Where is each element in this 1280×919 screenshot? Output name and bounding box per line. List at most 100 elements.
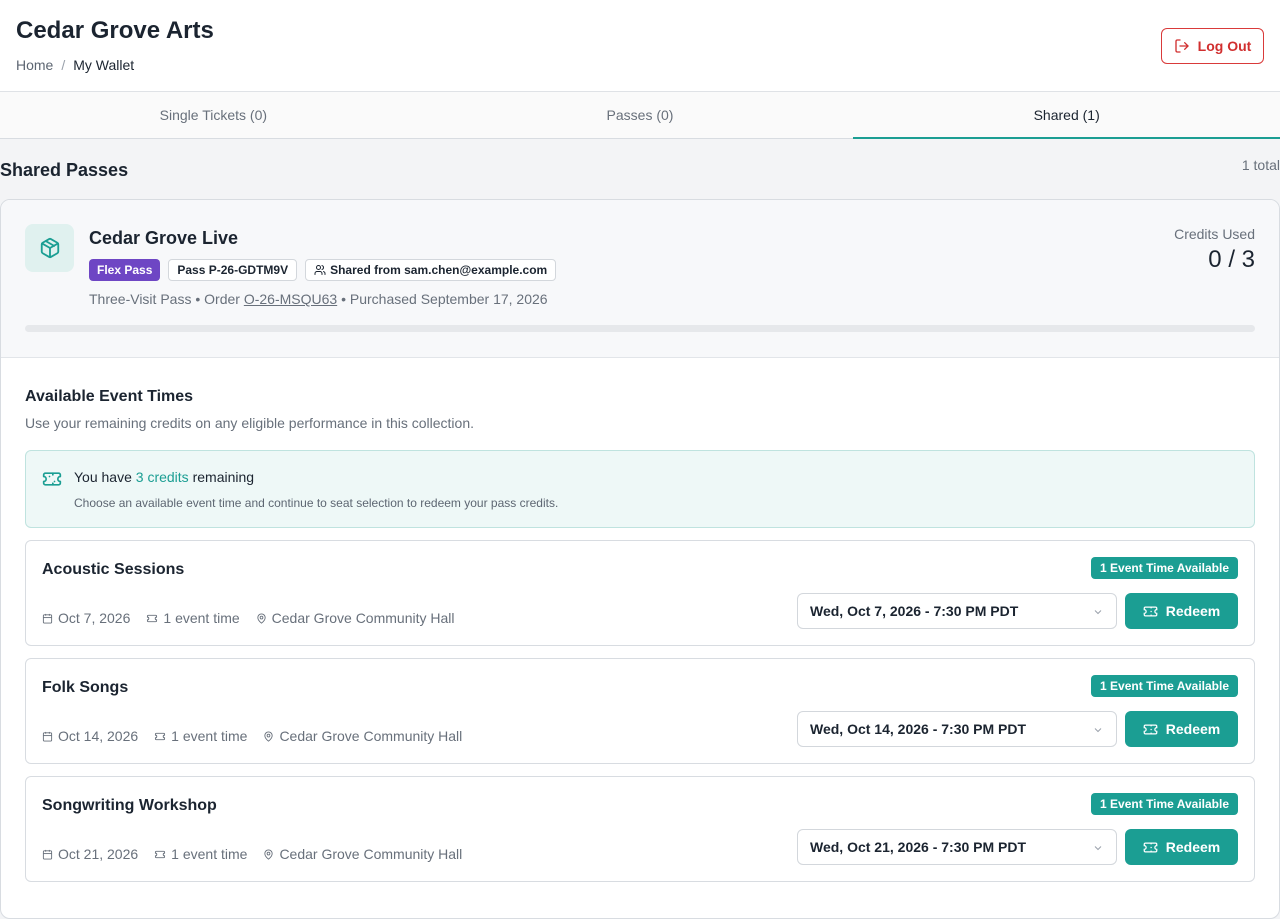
credits-used-value: 0 / 3 <box>1208 246 1255 273</box>
credits-remaining-text: You have 3 credits remaining <box>74 469 254 485</box>
event-card: Folk Songs 1 Event Time Available Oct 14… <box>25 658 1255 764</box>
availability-badge: 1 Event Time Available <box>1091 675 1238 697</box>
section-count: 1 total <box>1241 157 1280 173</box>
credits-used-label: Credits Used <box>1174 226 1255 242</box>
event-date: Oct 7, 2026 <box>42 610 130 626</box>
event-date-text: Oct 21, 2026 <box>58 846 139 862</box>
tab-passes[interactable]: Passes (0) <box>427 92 854 138</box>
shared-from-badge: Shared from sam.chen@example.com <box>305 259 557 281</box>
credits-count: 3 credits <box>135 469 189 485</box>
chevron-down-icon <box>1094 728 1102 733</box>
event-date: Oct 21, 2026 <box>42 846 138 862</box>
breadcrumb-current: My Wallet <box>73 57 135 73</box>
pass-meta: Three-Visit Pass • Order O-26-MSQU63 • P… <box>89 291 548 307</box>
event-venue-text: Cedar Grove Community Hall <box>279 728 463 744</box>
selected-time: Wed, Oct 7, 2026 - 7:30 PM PDT <box>810 603 1019 619</box>
ticket-icon <box>155 850 166 858</box>
pass-badges: Flex Pass Pass P-26-GDTM9V Shared from s… <box>89 259 557 281</box>
redeem-label: Redeem <box>1165 839 1221 855</box>
availability-badge: 1 Event Time Available <box>1091 557 1238 579</box>
order-link[interactable]: O-26-MSQU63 <box>244 291 337 307</box>
event-time-select[interactable]: Wed, Oct 14, 2026 - 7:30 PM PDT <box>797 711 1117 747</box>
event-times: 1 event time <box>146 610 240 626</box>
credits-remaining-notice: You have 3 credits remaining Choose an a… <box>25 450 1255 528</box>
logout-icon <box>1175 39 1189 53</box>
event-times-text: 1 event time <box>163 610 240 626</box>
map-pin-icon <box>264 848 274 860</box>
breadcrumb-home[interactable]: Home <box>16 57 53 73</box>
event-time-select[interactable]: Wed, Oct 7, 2026 - 7:30 PM PDT <box>797 593 1117 629</box>
chevron-down-icon <box>1094 610 1102 615</box>
credits-note: Choose an available event time and conti… <box>74 496 559 510</box>
chevron-down-icon <box>1094 846 1102 851</box>
calendar-icon <box>42 849 53 860</box>
event-date: Oct 14, 2026 <box>42 728 138 744</box>
selected-time: Wed, Oct 14, 2026 - 7:30 PM PDT <box>810 721 1027 737</box>
event-date-text: Oct 7, 2026 <box>58 610 131 626</box>
users-icon <box>314 265 326 275</box>
pass-id-badge: Pass P-26-GDTM9V <box>168 259 298 281</box>
available-title: Available Event Times <box>25 388 194 405</box>
event-name: Songwriting Workshop <box>42 797 217 814</box>
redeem-button[interactable]: Redeem <box>1125 593 1238 629</box>
ticket-icon <box>1143 606 1158 616</box>
map-pin-icon <box>257 612 266 624</box>
event-name: Folk Songs <box>42 679 129 696</box>
available-subtitle: Use your remaining credits on any eligib… <box>25 415 474 431</box>
pass-icon-tile <box>25 224 74 272</box>
event-times: 1 event time <box>154 728 247 744</box>
event-name: Acoustic Sessions <box>42 561 185 578</box>
logout-label: Log Out <box>1197 38 1252 54</box>
shared-pass-card: Cedar Grove Live Flex Pass Pass P-26-GDT… <box>0 199 1280 919</box>
credits-suffix: remaining <box>192 469 255 485</box>
flex-pass-badge: Flex Pass <box>89 259 161 281</box>
event-date-text: Oct 14, 2026 <box>58 728 139 744</box>
event-meta: Oct 21, 2026 1 event time Cedar Grove Co… <box>42 846 462 862</box>
event-meta: Oct 14, 2026 1 event time Cedar Grove Co… <box>42 728 462 744</box>
event-venue: Cedar Grove Community Hall <box>263 728 462 744</box>
calendar-icon <box>42 731 53 742</box>
meta-separator: • <box>341 291 346 307</box>
redeem-label: Redeem <box>1165 721 1221 737</box>
pass-type: Three-Visit Pass <box>89 291 192 307</box>
redeem-label: Redeem <box>1165 603 1221 619</box>
wallet-tabs: Single Tickets (0) Passes (0) Shared (1) <box>0 92 1280 139</box>
event-times-text: 1 event time <box>171 846 248 862</box>
shared-from-label: Shared from sam.chen@example.com <box>330 263 548 277</box>
ticket-icon <box>42 472 62 486</box>
credits-prefix: You have <box>74 469 132 485</box>
event-venue: Cedar Grove Community Hall <box>263 846 462 862</box>
package-icon <box>40 237 59 259</box>
event-time-select[interactable]: Wed, Oct 21, 2026 - 7:30 PM PDT <box>797 829 1117 865</box>
event-times-text: 1 event time <box>171 728 248 744</box>
breadcrumb: Home / My Wallet <box>16 57 134 73</box>
event-venue: Cedar Grove Community Hall <box>256 610 455 626</box>
pass-summary: Cedar Grove Live Flex Pass Pass P-26-GDT… <box>1 200 1279 358</box>
ticket-icon <box>155 732 166 740</box>
event-times: 1 event time <box>154 846 247 862</box>
ticket-icon <box>1143 842 1158 852</box>
credits-progress-bar <box>25 325 1255 332</box>
calendar-icon <box>42 613 53 624</box>
meta-separator: • <box>195 291 201 307</box>
event-card: Songwriting Workshop 1 Event Time Availa… <box>25 776 1255 882</box>
ticket-icon <box>1143 724 1158 734</box>
pass-name: Cedar Grove Live <box>89 228 239 248</box>
page-header: Cedar Grove Arts Home / My Wallet Log Ou… <box>0 0 1280 92</box>
event-meta: Oct 7, 2026 1 event time Cedar Grove Com… <box>42 610 455 626</box>
event-card: Acoustic Sessions 1 Event Time Available… <box>25 540 1255 646</box>
breadcrumb-separator: / <box>61 57 66 73</box>
tab-shared[interactable]: Shared (1) <box>853 92 1280 139</box>
event-venue-text: Cedar Grove Community Hall <box>271 610 455 626</box>
purchase-date: Purchased September 17, 2026 <box>349 291 548 307</box>
redeem-button[interactable]: Redeem <box>1125 829 1238 865</box>
map-pin-icon <box>264 730 274 742</box>
redeem-button[interactable]: Redeem <box>1125 711 1238 747</box>
event-venue-text: Cedar Grove Community Hall <box>279 846 463 862</box>
tab-single-tickets[interactable]: Single Tickets (0) <box>0 92 427 138</box>
availability-badge: 1 Event Time Available <box>1091 793 1238 815</box>
order-label: Order <box>204 291 240 307</box>
logout-button[interactable]: Log Out <box>1161 28 1264 64</box>
org-name: Cedar Grove Arts <box>16 17 214 44</box>
ticket-icon <box>147 614 158 622</box>
